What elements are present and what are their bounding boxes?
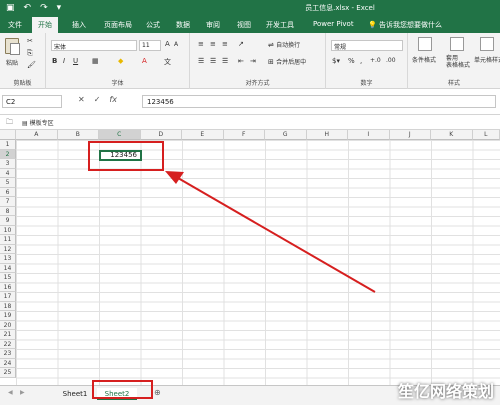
arrow-shaft (177, 177, 376, 293)
add-sheet-icon[interactable]: ⊕ (154, 388, 161, 397)
red-arrow (165, 171, 376, 293)
scroll-right-icon[interactable]: ▶ (20, 389, 25, 396)
arrow-head (165, 171, 184, 184)
scroll-left-icon[interactable]: ◀ (8, 389, 13, 396)
sheet-tab-sheet1[interactable]: Sheet1 (56, 388, 94, 400)
watermark: 笙亿网络策划 (397, 382, 494, 401)
highlight-box-sheet2 (92, 380, 153, 399)
